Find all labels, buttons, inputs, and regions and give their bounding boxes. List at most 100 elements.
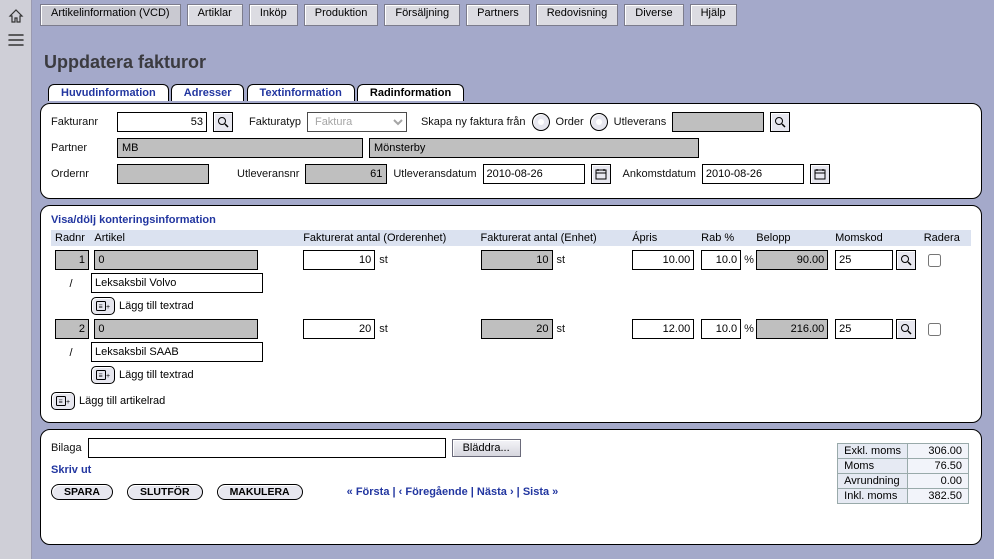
utleveransdatum-input[interactable] (483, 164, 585, 184)
fakturanr-lookup-icon[interactable] (213, 112, 233, 132)
tab-textinformation[interactable]: Textinformation (247, 84, 355, 101)
fao-input[interactable] (303, 250, 375, 270)
artikel-name-input[interactable] (91, 342, 263, 362)
ankomstdatum-calendar-icon[interactable] (810, 164, 830, 184)
momskod-input[interactable] (835, 250, 893, 270)
add-textrow-label[interactable]: Lägg till textrad (119, 369, 194, 381)
tab-huvudinformation[interactable]: Huvudinformation (48, 84, 169, 101)
fao-input[interactable] (303, 319, 375, 339)
add-articlerow: ≡+ Lägg till artikelrad (51, 392, 971, 410)
col-momskod: Momskod (835, 232, 924, 244)
page-title: Uppdatera fakturor (44, 52, 982, 73)
menu-icon[interactable] (7, 34, 25, 52)
bottom-actions: SPARA SLUTFÖR MAKULERA « Första | ‹ Före… (51, 484, 971, 500)
total-exkl-label: Exkl. moms (838, 444, 908, 459)
toggle-kontering[interactable]: Visa/dölj konteringsinformation (51, 214, 971, 226)
skapa-lookup-icon[interactable] (770, 112, 790, 132)
add-textrow-icon[interactable]: ≡+ (91, 366, 115, 384)
partner-label: Partner (51, 142, 111, 154)
rab-unit: % (744, 323, 754, 335)
radnr-input (55, 250, 89, 270)
apris-input[interactable] (632, 319, 694, 339)
menu-artiklar[interactable]: Artiklar (187, 4, 243, 26)
fae-unit: st (557, 254, 566, 266)
total-inkl-label: Inkl. moms (838, 489, 908, 504)
utleveransnr-box: 61 (305, 164, 387, 184)
skapa-label: Skapa ny faktura från (421, 116, 526, 128)
lines-panel: Visa/dölj konteringsinformation Radnr Ar… (40, 205, 982, 423)
add-textrow-label[interactable]: Lägg till textrad (119, 300, 194, 312)
fakturatyp-label: Fakturatyp (249, 116, 301, 128)
radio-utleverans[interactable] (590, 113, 608, 131)
menu-diverse[interactable]: Diverse (624, 4, 683, 26)
pager-last[interactable]: Sista » (523, 486, 558, 498)
momskod-lookup-icon[interactable] (896, 319, 916, 339)
add-articlerow-label[interactable]: Lägg till artikelrad (79, 395, 165, 407)
fakturanr-label: Fakturanr (51, 116, 111, 128)
belopp-input (756, 250, 828, 270)
table-row-sub: / (51, 342, 971, 362)
artikel-code-input (94, 319, 258, 339)
ordernr-box (117, 164, 209, 184)
menu-partners[interactable]: Partners (466, 4, 530, 26)
table-row-sub: / (51, 273, 971, 293)
add-articlerow-icon[interactable]: ≡+ (51, 392, 75, 410)
col-artikel: Artikel (94, 232, 303, 244)
total-avr-label: Avrundning (838, 474, 908, 489)
home-icon[interactable] (7, 8, 25, 26)
pager-prev[interactable]: ‹ Föregående (399, 486, 468, 498)
browse-button[interactable]: Bläddra... (452, 439, 521, 457)
top-menubar: Artikelinformation (VCD) Artiklar Inköp … (40, 4, 988, 26)
col-rab: Rab % (701, 232, 756, 244)
add-textrow-2: ≡+ Lägg till textrad (51, 366, 971, 384)
table-row: st st % (51, 319, 971, 339)
ordernr-label: Ordernr (51, 168, 111, 180)
totals-table: Exkl. moms306.00 Moms76.50 Avrundning0.0… (837, 443, 969, 504)
pager-first[interactable]: « Första (347, 486, 390, 498)
table-row: st st % (51, 250, 971, 270)
page: Uppdatera fakturor Huvudinformation Adre… (40, 50, 982, 559)
tab-adresser[interactable]: Adresser (171, 84, 245, 101)
slutfor-button[interactable]: SLUTFÖR (127, 484, 203, 500)
menu-forsaljning[interactable]: Försäljning (384, 4, 460, 26)
utleveransdatum-calendar-icon[interactable] (591, 164, 611, 184)
svg-text:+: + (106, 373, 110, 380)
add-textrow-1: ≡+ Lägg till textrad (51, 297, 971, 315)
total-exkl-value: 306.00 (908, 444, 969, 459)
momskod-lookup-icon[interactable] (896, 250, 916, 270)
artikel-name-input[interactable] (91, 273, 263, 293)
bilaga-input[interactable] (88, 438, 446, 458)
pager-next[interactable]: Nästa › (477, 486, 514, 498)
add-textrow-icon[interactable]: ≡+ (91, 297, 115, 315)
menu-inkop[interactable]: Inköp (249, 4, 298, 26)
partner-code-box: MB (117, 138, 363, 158)
left-gutter (0, 0, 32, 559)
apris-input[interactable] (632, 250, 694, 270)
total-avr-value: 0.00 (908, 474, 969, 489)
subtabs: Huvudinformation Adresser Textinformatio… (48, 83, 982, 103)
menu-artikelinformation[interactable]: Artikelinformation (VCD) (40, 4, 181, 26)
rab-input[interactable] (701, 319, 741, 339)
radnr-input (55, 319, 89, 339)
radera-checkbox[interactable] (928, 254, 941, 267)
col-belopp: Belopp (756, 232, 835, 244)
momskod-input[interactable] (835, 319, 893, 339)
belopp-input (756, 319, 828, 339)
row-slash: / (51, 345, 91, 359)
menu-produktion[interactable]: Produktion (304, 4, 379, 26)
rab-input[interactable] (701, 250, 741, 270)
skriv-ut-link[interactable]: Skriv ut (51, 464, 971, 476)
menu-hjalp[interactable]: Hjälp (690, 4, 737, 26)
col-radnr: Radnr (51, 232, 94, 244)
radio-order[interactable] (532, 113, 550, 131)
makulera-button[interactable]: MAKULERA (217, 484, 303, 500)
ankomstdatum-input[interactable] (702, 164, 804, 184)
total-inkl-value: 382.50 (908, 489, 969, 504)
radera-checkbox[interactable] (928, 323, 941, 336)
fae-input (481, 250, 553, 270)
tab-radinformation[interactable]: Radinformation (357, 84, 464, 101)
skapa-id-box (672, 112, 764, 132)
menu-redovisning[interactable]: Redovisning (536, 4, 619, 26)
spara-button[interactable]: SPARA (51, 484, 113, 500)
fakturanr-input[interactable] (117, 112, 207, 132)
